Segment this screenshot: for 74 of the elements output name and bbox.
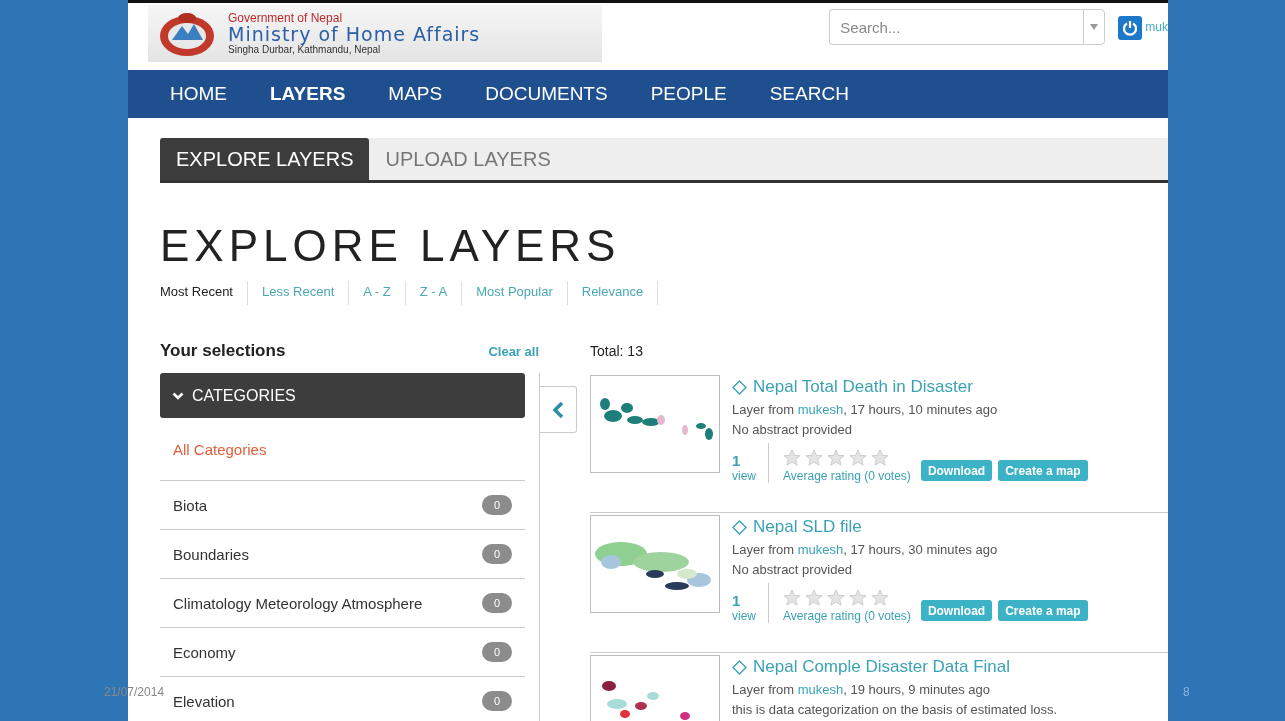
clear-all-link[interactable]: Clear all <box>488 341 539 359</box>
rating-link[interactable]: Average rating (0 votes) <box>783 609 911 623</box>
category-link[interactable]: Biota <box>173 496 208 514</box>
layer-abstract: No abstract provided <box>732 562 853 577</box>
logo-address: Singha Durbar, Kathmandu, Nepal <box>228 43 382 56</box>
search-field[interactable]: Search... <box>829 9 1084 45</box>
collapse-button[interactable] <box>540 386 577 433</box>
caret-icon <box>1090 24 1099 30</box>
layer-owner-line: Layer from mukesh, 17 hours, 30 minutes ago <box>732 542 999 557</box>
dropdown-button[interactable] <box>1083 9 1106 45</box>
layer-owner-line: Layer from mukesh, 19 hours, 9 minutes ago <box>732 682 991 697</box>
nav-link[interactable]: SEARCH <box>769 83 849 105</box>
star-empty-icon <box>805 589 823 607</box>
user-link[interactable]: muk <box>1145 20 1168 34</box>
count-badge: 0 <box>482 495 512 515</box>
category-link[interactable]: Elevation <box>173 692 235 710</box>
tab[interactable]: EXPLORE LAYERS <box>160 138 370 180</box>
sort-link[interactable]: Less Recent <box>248 281 350 305</box>
diamond-icon <box>732 379 747 395</box>
logo-subtitle: Government of Nepal <box>228 11 344 25</box>
logo-title: Ministry of Home Affairs <box>228 24 481 44</box>
nav-link[interactable]: LAYERS <box>270 83 346 105</box>
nav-link[interactable]: DOCUMENTS <box>485 83 608 105</box>
selections-title: Your selections <box>160 341 286 361</box>
action-button[interactable]: Download <box>920 460 993 481</box>
rating-link[interactable]: Average rating (0 votes) <box>783 469 911 483</box>
star-empty-icon <box>783 589 801 607</box>
nav-link[interactable]: PEOPLE <box>650 83 727 105</box>
count-badge: 0 <box>482 691 512 711</box>
count-badge: 0 <box>482 593 512 613</box>
nav-link[interactable]: MAPS <box>388 83 443 105</box>
action-button[interactable]: Create a map <box>998 460 1088 481</box>
page-heading: EXPLORE LAYERS <box>160 221 622 271</box>
sort-link[interactable]: A - Z <box>349 281 406 305</box>
diamond-icon <box>732 519 747 535</box>
layer-abstract: this is data categorization on the basis of estimated loss. <box>732 702 1058 717</box>
sort-link[interactable]: Z - A <box>405 281 463 305</box>
star-empty-icon <box>871 449 889 467</box>
categories-header[interactable]: CATEGORIES <box>160 373 525 418</box>
action-button[interactable]: Create a map <box>998 600 1088 621</box>
star-empty-icon <box>871 589 889 607</box>
category-link[interactable]: Boundaries <box>173 545 249 563</box>
star-empty-icon <box>849 449 867 467</box>
layer-title-link[interactable]: Nepal Total Death in Disaster <box>753 377 973 397</box>
chevron-left-icon <box>552 400 564 419</box>
category-link[interactable]: All Categories <box>173 440 267 458</box>
star-empty-icon <box>805 449 823 467</box>
tab[interactable]: UPLOAD LAYERS <box>369 138 567 180</box>
power-icon <box>1122 20 1139 36</box>
sort-link[interactable]: Most Recent <box>160 281 248 305</box>
diamond-icon <box>732 659 747 675</box>
nav-link[interactable]: HOME <box>170 83 227 105</box>
total-count: Total: 13 <box>590 342 644 361</box>
layer-owner-line: Layer from mukesh, 17 hours, 10 minutes ago <box>732 402 999 417</box>
star-empty-icon <box>827 449 845 467</box>
count-badge: 0 <box>482 642 512 662</box>
layer-title-link[interactable]: Nepal SLD file <box>753 517 862 537</box>
view-label: view <box>732 469 756 483</box>
layer-title-link[interactable]: Nepal Comple Disaster Data Final <box>753 657 1010 677</box>
star-empty-icon <box>849 589 867 607</box>
category-link[interactable]: Economy <box>173 643 236 661</box>
power-button[interactable] <box>1118 16 1143 40</box>
action-button[interactable]: Download <box>920 600 993 621</box>
view-label: view <box>732 609 756 623</box>
star-empty-icon <box>783 449 801 467</box>
slide-number: 8 <box>1183 685 1190 699</box>
star-empty-icon <box>827 589 845 607</box>
view-count: 1 <box>732 592 742 609</box>
sort-link[interactable]: Relevance <box>567 281 659 305</box>
category-link[interactable]: Climatology Meteorology Atmosphere <box>173 594 423 612</box>
count-badge: 0 <box>482 544 512 564</box>
view-count: 1 <box>732 452 742 469</box>
sort-link[interactable]: Most Popular <box>462 281 568 305</box>
layer-abstract: No abstract provided <box>732 422 853 437</box>
